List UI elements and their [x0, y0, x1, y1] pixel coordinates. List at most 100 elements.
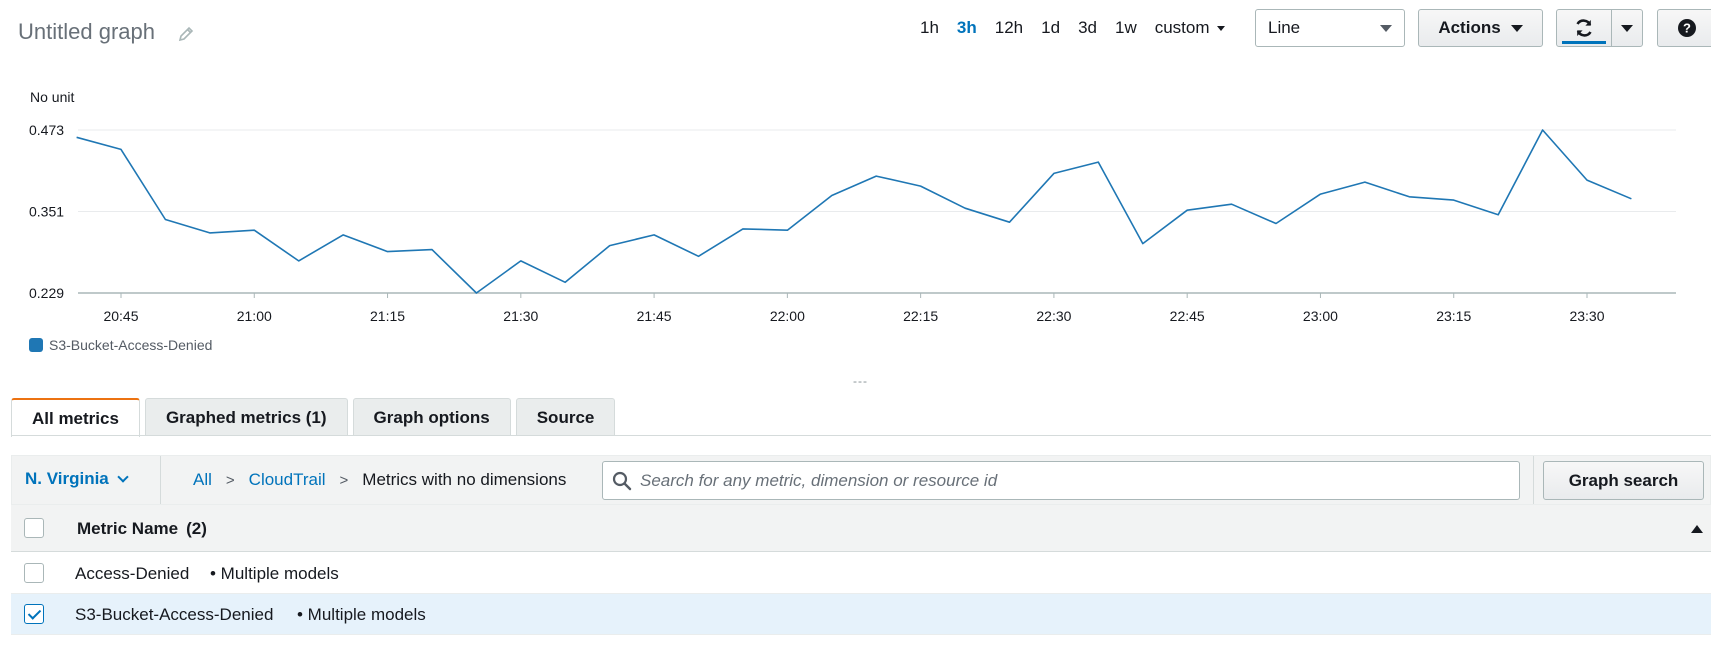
help-icon: ? [1678, 19, 1696, 37]
caret-down-icon [1380, 24, 1392, 32]
refresh-button[interactable] [1556, 9, 1612, 47]
x-tick-label: 23:30 [1569, 308, 1604, 324]
data-point [698, 255, 700, 257]
chevron-down-icon [117, 471, 129, 483]
metric-meta: • Multiple models [210, 564, 339, 583]
range-3h[interactable]: 3h [957, 18, 977, 38]
range-custom-label: custom [1154, 18, 1210, 37]
data-point [1098, 161, 1100, 163]
chevron-right-icon: > [225, 471, 235, 489]
breadcrumb: All > CloudTrail > Metrics with no dimen… [193, 470, 566, 490]
data-point [609, 245, 611, 247]
data-point [1497, 214, 1499, 216]
y-tick-label: 0.473 [29, 122, 64, 138]
metrics-tabs: All metrics Graphed metrics (1) Graph op… [11, 398, 620, 437]
table-row[interactable]: Access-Denied • Multiple models [11, 553, 1711, 594]
range-12h[interactable]: 12h [995, 18, 1023, 38]
range-1d[interactable]: 1d [1041, 18, 1060, 38]
x-tick-label: 20:45 [103, 308, 138, 324]
breadcrumb-cloudtrail[interactable]: CloudTrail [249, 470, 326, 490]
data-point [342, 234, 344, 236]
divider [160, 456, 161, 504]
x-tick-label: 21:15 [370, 308, 405, 324]
graph-title[interactable]: Untitled graph [18, 19, 155, 45]
data-point [1275, 223, 1277, 225]
metric-search [602, 461, 1520, 500]
x-tick-label: 21:30 [503, 308, 538, 324]
tabs-divider [11, 435, 1711, 436]
data-point [564, 282, 566, 284]
tab-source[interactable]: Source [515, 398, 616, 436]
row-checkbox[interactable] [24, 604, 44, 624]
range-1w[interactable]: 1w [1115, 18, 1137, 38]
edit-pencil-icon[interactable] [176, 24, 196, 44]
data-point [920, 185, 922, 187]
breadcrumb-current: Metrics with no dimensions [362, 470, 567, 489]
x-tick-label: 23:15 [1436, 308, 1471, 324]
x-tick-label: 22:45 [1170, 308, 1205, 324]
row-checkbox[interactable] [24, 563, 44, 583]
y-tick-label: 0.351 [29, 204, 64, 220]
data-point [1142, 243, 1144, 245]
breadcrumb-all[interactable]: All [193, 470, 212, 490]
x-tick-label: 21:00 [237, 308, 272, 324]
graph-search-button[interactable]: Graph search [1543, 461, 1704, 500]
data-point [1453, 199, 1455, 201]
actions-label: Actions [1438, 18, 1501, 37]
data-point [431, 249, 433, 251]
metric-count: (2) [186, 519, 207, 538]
y-unit-label: No unit [30, 89, 74, 105]
column-header-metric-name[interactable]: Metric Name (2) [77, 519, 207, 539]
refresh-options-dropdown[interactable] [1611, 9, 1643, 47]
select-all-checkbox[interactable] [24, 518, 44, 538]
data-point [1231, 203, 1233, 205]
data-point [1009, 221, 1011, 223]
metric-browse-bar: N. Virginia All > CloudTrail > Metrics w… [11, 455, 1711, 505]
actions-button[interactable]: Actions [1418, 9, 1543, 47]
data-point [387, 251, 389, 253]
search-input[interactable] [640, 470, 1500, 491]
data-point [653, 234, 655, 236]
metric-meta: • Multiple models [297, 605, 426, 624]
search-icon [612, 471, 632, 490]
tab-graphed-metrics[interactable]: Graphed metrics (1) [144, 398, 348, 436]
chevron-right-icon: > [339, 471, 349, 489]
chart-legend[interactable]: S3-Bucket-Access-Denied [29, 337, 212, 353]
x-tick-label: 21:45 [637, 308, 672, 324]
divider [1533, 456, 1534, 504]
data-point [253, 229, 255, 231]
x-tick-label: 22:15 [903, 308, 938, 324]
data-point [520, 260, 522, 262]
data-point [209, 232, 211, 234]
metric-line-chart: No unit 0.473 0.351 0.229 20:45 21:00 21:15 21:… [29, 89, 1676, 324]
graph-type-select[interactable]: Line [1255, 9, 1405, 47]
range-3d[interactable]: 3d [1078, 18, 1097, 38]
range-custom-dropdown[interactable]: custom [1155, 18, 1225, 38]
y-tick-label: 0.229 [29, 285, 64, 301]
data-point [120, 149, 122, 151]
metric-name[interactable]: S3-Bucket-Access-Denied [75, 605, 273, 625]
data-point [964, 207, 966, 209]
data-point [298, 260, 300, 262]
resize-handle[interactable]: --- [853, 374, 868, 388]
column-header-label: Metric Name [77, 519, 179, 538]
tab-all-metrics[interactable]: All metrics [11, 398, 140, 437]
metric-name[interactable]: Access-Denied [75, 564, 189, 584]
help-button[interactable]: ? [1657, 9, 1711, 47]
region-selector[interactable]: N. Virginia [25, 469, 129, 489]
data-point [875, 175, 877, 177]
range-1h[interactable]: 1h [920, 18, 939, 38]
data-point [742, 228, 744, 230]
data-point [1542, 129, 1544, 131]
data-point [1320, 193, 1322, 195]
data-point [1053, 173, 1055, 175]
table-row[interactable]: S3-Bucket-Access-Denied • Multiple model… [11, 594, 1711, 635]
x-tick-label: 22:00 [770, 308, 805, 324]
sort-ascending-icon[interactable] [1691, 525, 1703, 533]
data-point [1409, 196, 1411, 198]
time-range-selector: 1h 3h 12h 1d 3d 1w custom [920, 17, 1225, 39]
data-point [1586, 179, 1588, 181]
refresh-icon [1576, 19, 1592, 37]
tab-graph-options[interactable]: Graph options [352, 398, 511, 436]
table-header: Metric Name (2) [11, 505, 1711, 552]
